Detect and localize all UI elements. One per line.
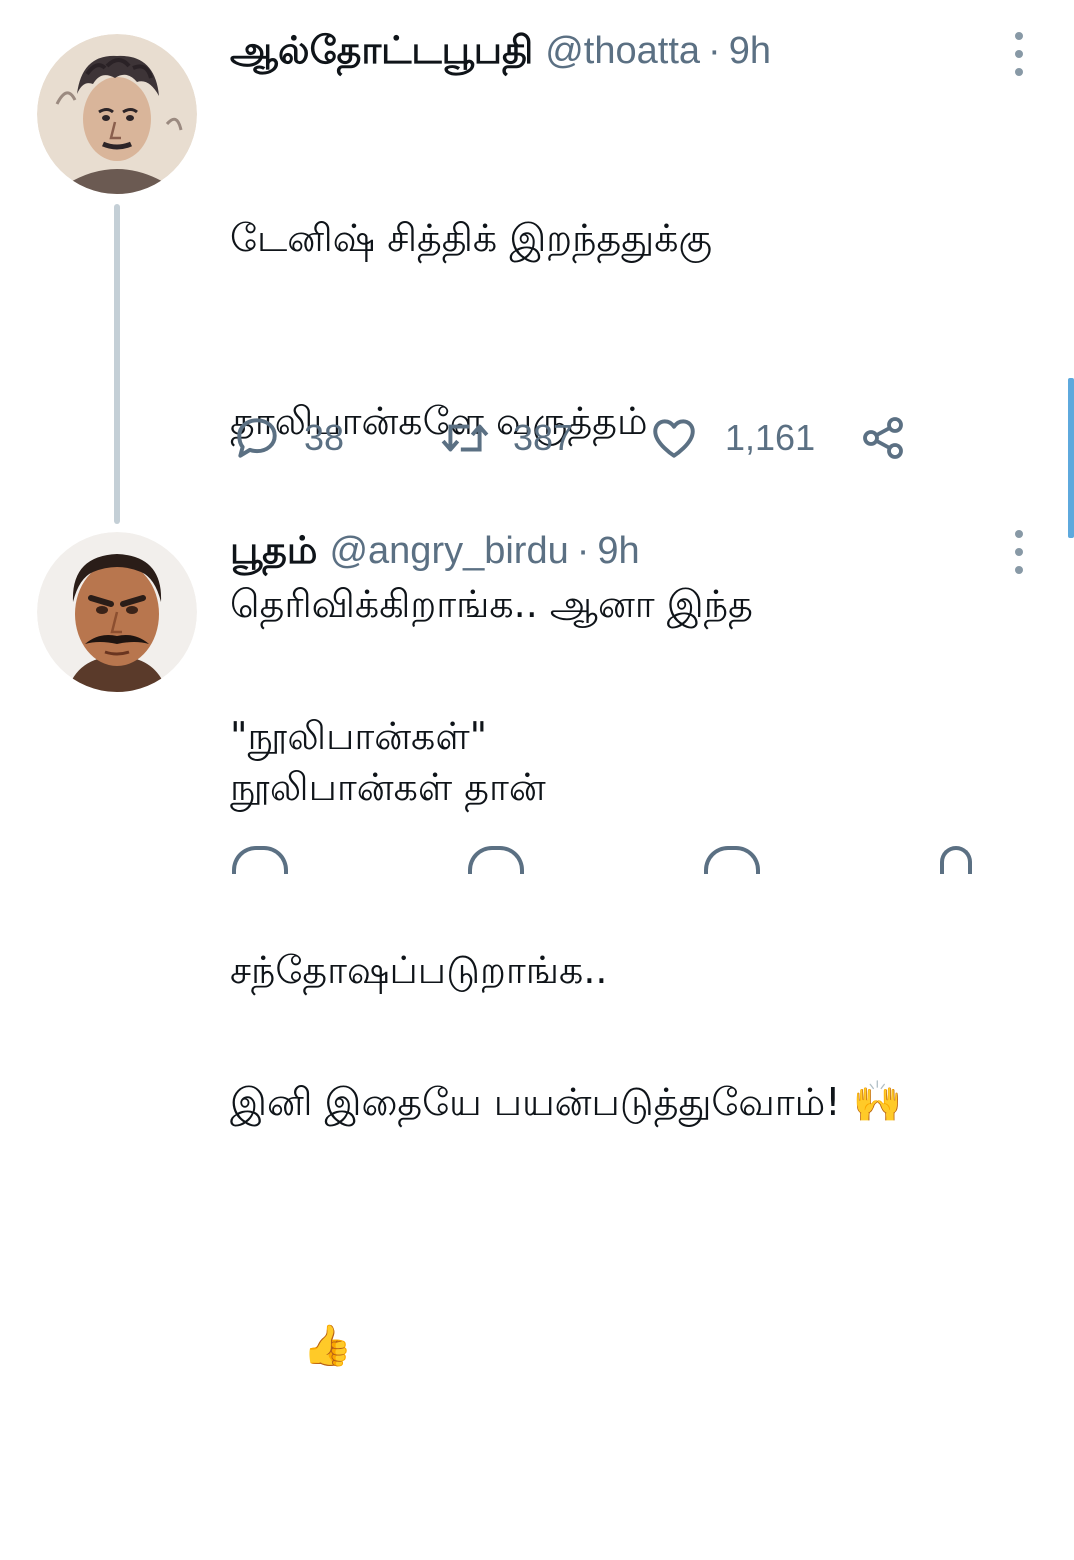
more-dot-icon — [1015, 32, 1023, 40]
tweet-1[interactable]: ஆல்தோட்டபூபதி @thoatta · 9h டேனிஷ் சித்த… — [0, 0, 1074, 992]
retweet-button[interactable]: 387 — [437, 413, 649, 463]
share-icon[interactable] — [940, 846, 972, 874]
heart-icon — [653, 419, 695, 458]
separator-dot: · — [576, 530, 590, 572]
more-dot-icon — [1015, 548, 1023, 556]
tweet-text: "நூலிபான்கள்" இனி இதையே பயன்படுத்துவோம்!… — [230, 584, 1040, 1560]
timestamp[interactable]: 9h — [729, 30, 771, 73]
avatar-thoatta[interactable] — [37, 34, 197, 194]
tweet-header: பூதம் @angry_birdu · 9h — [230, 530, 640, 580]
more-dot-icon — [1015, 68, 1023, 76]
tweet-text-line: டேனிஷ் சித்திக் இறந்ததுக்கு — [230, 216, 713, 260]
mustache-man-icon — [37, 532, 197, 692]
like-count: 1,161 — [725, 417, 816, 458]
more-options-button[interactable] — [1004, 530, 1034, 574]
username-handle[interactable]: @thoatta — [545, 30, 700, 73]
share-icon — [863, 417, 903, 459]
sketch-portrait-icon — [37, 34, 197, 194]
reply-icon[interactable] — [232, 846, 288, 874]
more-dot-icon — [1015, 530, 1023, 538]
tweet-text-line: இனி இதையே பயன்படுத்துவோம்! 🙌 — [230, 1072, 1040, 1133]
reply-button[interactable]: 38 — [232, 413, 437, 463]
more-dot-icon — [1015, 566, 1023, 574]
tweet-actions-partial — [232, 846, 972, 874]
retweet-icon — [441, 424, 489, 452]
tweet-text-line: 👍 — [230, 1255, 1040, 1438]
more-dot-icon — [1015, 50, 1023, 58]
separator-dot: · — [708, 30, 721, 72]
heart-icon[interactable] — [704, 846, 760, 874]
share-button[interactable] — [859, 414, 907, 462]
thread-connector-line — [114, 204, 120, 524]
timestamp[interactable]: 9h — [597, 530, 639, 573]
tweet-header: ஆல்தோட்டபூபதி @thoatta · 9h — [230, 30, 771, 80]
username-handle[interactable]: @angry_birdu — [329, 530, 568, 573]
tweet-text-segment: இனி இதையே பயன்படுத்துவோம்! — [230, 1080, 841, 1124]
avatar-angry-birdu[interactable] — [37, 532, 197, 692]
reply-count: 38 — [304, 417, 345, 458]
display-name[interactable]: பூதம் — [230, 530, 317, 578]
tweet-2[interactable]: பூதம் @angry_birdu · 9h "நூலிபான்கள்" இன… — [0, 520, 1074, 1369]
retweet-icon[interactable] — [468, 846, 524, 874]
scrollbar-thumb[interactable] — [1068, 378, 1074, 538]
display-name[interactable]: ஆல்தோட்டபூபதி — [230, 30, 533, 78]
reply-icon — [237, 418, 277, 458]
raised-hands-emoji: 🙌 — [852, 1079, 903, 1125]
tweet-actions: 38 387 1,161 — [232, 410, 907, 466]
like-button[interactable]: 1,161 — [649, 413, 859, 463]
tweet-text-line: "நூலிபான்கள்" — [230, 714, 488, 758]
thumbs-up-emoji: 👍 — [302, 1323, 353, 1369]
retweet-count: 387 — [513, 417, 574, 458]
more-options-button[interactable] — [1004, 32, 1034, 76]
